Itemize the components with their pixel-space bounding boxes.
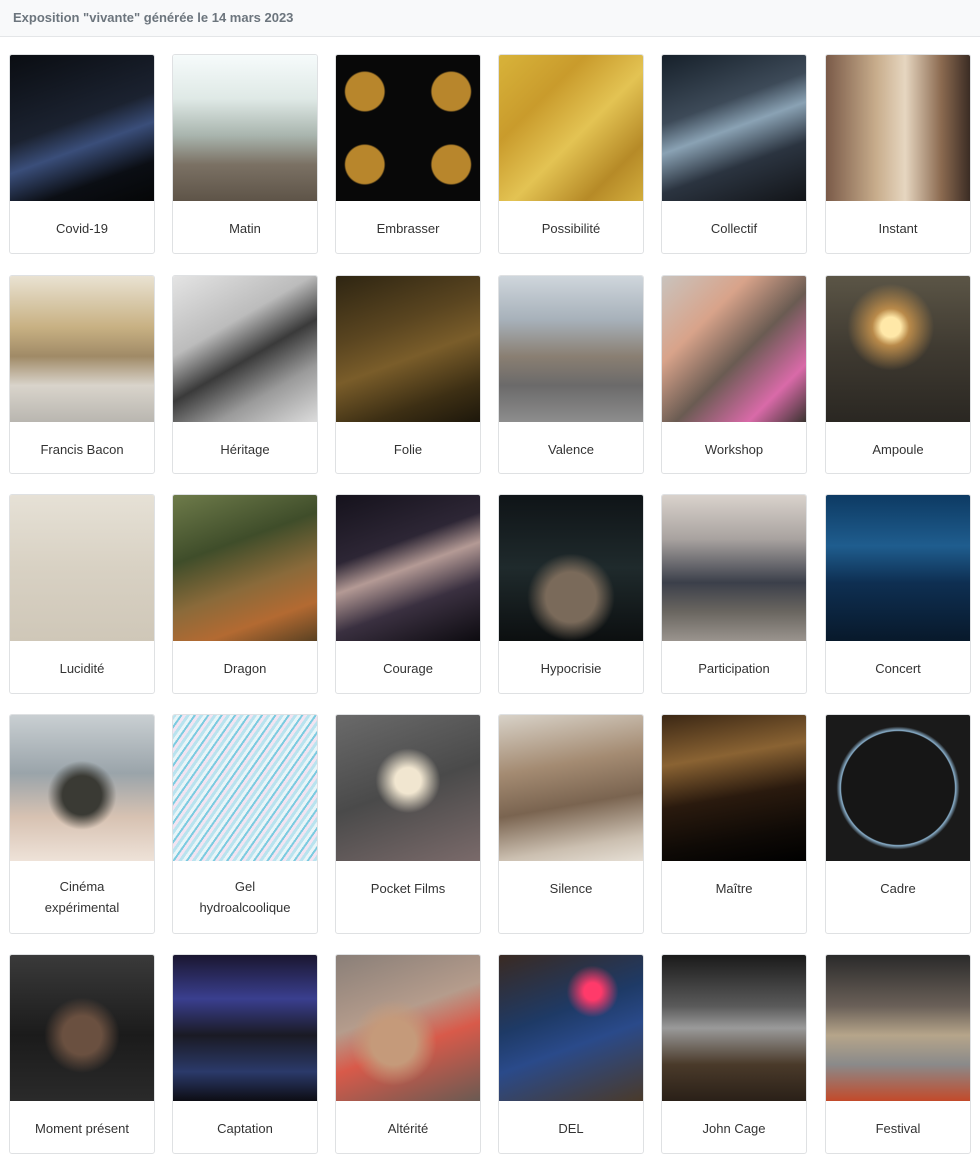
gallery-caption: Gel hydroalcoolique <box>199 879 291 915</box>
gallery-caption: Cadre <box>880 881 916 896</box>
gallery-card[interactable]: Héritage <box>172 275 318 474</box>
gallery-card[interactable]: Maître <box>661 714 807 934</box>
gallery-thumbnail[interactable] <box>336 955 480 1101</box>
gallery-card[interactable]: Instant <box>825 54 971 254</box>
gallery-card[interactable]: Lucidité <box>9 494 155 694</box>
gallery-card[interactable]: Valence <box>498 275 644 474</box>
gallery-thumbnail[interactable] <box>499 276 643 422</box>
gallery-caption: Concert <box>875 661 921 676</box>
gallery-card[interactable]: Workshop <box>661 275 807 474</box>
gallery-thumbnail[interactable] <box>10 276 154 422</box>
gallery-thumbnail[interactable] <box>662 495 806 641</box>
gallery-caption: Festival <box>875 1121 921 1136</box>
gallery-card[interactable]: Pocket Films <box>335 714 481 934</box>
gallery-thumbnail[interactable] <box>499 55 643 201</box>
gallery-caption: Participation <box>698 661 770 676</box>
gallery-thumbnail[interactable] <box>10 55 154 201</box>
gallery-caption: Workshop <box>704 442 764 457</box>
gallery-card[interactable]: Gel hydroalcoolique <box>172 714 318 934</box>
gallery-thumbnail[interactable] <box>173 715 317 861</box>
gallery-thumbnail[interactable] <box>662 955 806 1101</box>
page-title: Exposition "vivante" générée le 14 mars … <box>13 10 294 25</box>
gallery-caption: Pocket Films <box>370 881 446 896</box>
gallery-card[interactable]: Embrasser <box>335 54 481 254</box>
page-header: Exposition "vivante" générée le 14 mars … <box>0 0 980 37</box>
gallery-card[interactable]: Cinéma expérimental <box>9 714 155 934</box>
gallery-thumbnail[interactable] <box>336 276 480 422</box>
gallery-thumbnail[interactable] <box>336 55 480 201</box>
gallery-thumbnail[interactable] <box>10 955 154 1101</box>
gallery-caption: John Cage <box>702 1121 766 1136</box>
gallery-card[interactable]: Ampoule <box>825 275 971 474</box>
gallery-caption: Héritage <box>220 442 270 457</box>
gallery-caption: Matin <box>229 221 261 236</box>
gallery-card[interactable]: Silence <box>498 714 644 934</box>
gallery-card[interactable]: Dragon <box>172 494 318 694</box>
gallery-card[interactable]: Participation <box>661 494 807 694</box>
gallery-caption: Altérité <box>387 1121 429 1136</box>
gallery-caption: Valence <box>547 442 594 457</box>
gallery-caption: Hypocrisie <box>540 661 602 676</box>
gallery-thumbnail[interactable] <box>336 715 480 861</box>
gallery-thumbnail[interactable] <box>499 715 643 861</box>
gallery-caption: Collectif <box>710 221 758 236</box>
gallery-card[interactable]: Hypocrisie <box>498 494 644 694</box>
gallery-thumbnail[interactable] <box>826 276 970 422</box>
gallery-caption: Cinéma expérimental <box>44 879 120 915</box>
gallery-thumbnail[interactable] <box>826 55 970 201</box>
gallery-caption: Instant <box>878 221 918 236</box>
gallery-card[interactable]: Covid-19 <box>9 54 155 254</box>
gallery-caption: Lucidité <box>59 661 105 676</box>
gallery-thumbnail[interactable] <box>499 955 643 1101</box>
gallery-caption: Possibilité <box>541 221 601 236</box>
gallery-card[interactable]: Folie <box>335 275 481 474</box>
gallery-card[interactable]: Possibilité <box>498 54 644 254</box>
gallery-thumbnail[interactable] <box>336 495 480 641</box>
gallery-thumbnail[interactable] <box>662 55 806 201</box>
gallery-card[interactable]: Altérité <box>335 954 481 1154</box>
gallery-caption: Francis Bacon <box>40 442 124 457</box>
gallery-thumbnail[interactable] <box>173 955 317 1101</box>
gallery-thumbnail[interactable] <box>662 715 806 861</box>
gallery-caption: Moment présent <box>35 1121 129 1136</box>
gallery-caption: Folie <box>393 442 423 457</box>
gallery-caption: Maître <box>715 881 753 896</box>
gallery-card[interactable]: Festival <box>825 954 971 1154</box>
gallery-thumbnail[interactable] <box>10 495 154 641</box>
gallery-card[interactable]: Courage <box>335 494 481 694</box>
gallery-thumbnail[interactable] <box>173 55 317 201</box>
gallery-thumbnail[interactable] <box>662 276 806 422</box>
gallery-card[interactable]: John Cage <box>661 954 807 1154</box>
gallery-caption: DEL <box>558 1121 584 1136</box>
gallery-caption: Courage <box>383 661 433 676</box>
gallery-caption: Dragon <box>223 661 267 676</box>
gallery-card[interactable]: Captation <box>172 954 318 1154</box>
gallery-thumbnail[interactable] <box>499 495 643 641</box>
gallery-thumbnail[interactable] <box>826 495 970 641</box>
gallery-caption: Captation <box>217 1121 273 1136</box>
gallery-caption: Ampoule <box>872 442 924 457</box>
gallery-thumbnail[interactable] <box>173 276 317 422</box>
gallery-card[interactable]: Concert <box>825 494 971 694</box>
gallery-caption: Embrasser <box>376 221 440 236</box>
gallery-card[interactable]: Francis Bacon <box>9 275 155 474</box>
gallery-thumbnail[interactable] <box>173 495 317 641</box>
gallery-thumbnail[interactable] <box>10 715 154 861</box>
gallery-card[interactable]: Moment présent <box>9 954 155 1154</box>
gallery-card[interactable]: DEL <box>498 954 644 1154</box>
gallery-thumbnail[interactable] <box>826 715 970 861</box>
gallery-card[interactable]: Collectif <box>661 54 807 254</box>
gallery-caption: Covid-19 <box>55 221 109 236</box>
gallery-card[interactable]: Cadre <box>825 714 971 934</box>
gallery-caption: Silence <box>549 881 593 896</box>
gallery-card[interactable]: Matin <box>172 54 318 254</box>
gallery-thumbnail[interactable] <box>826 955 970 1101</box>
